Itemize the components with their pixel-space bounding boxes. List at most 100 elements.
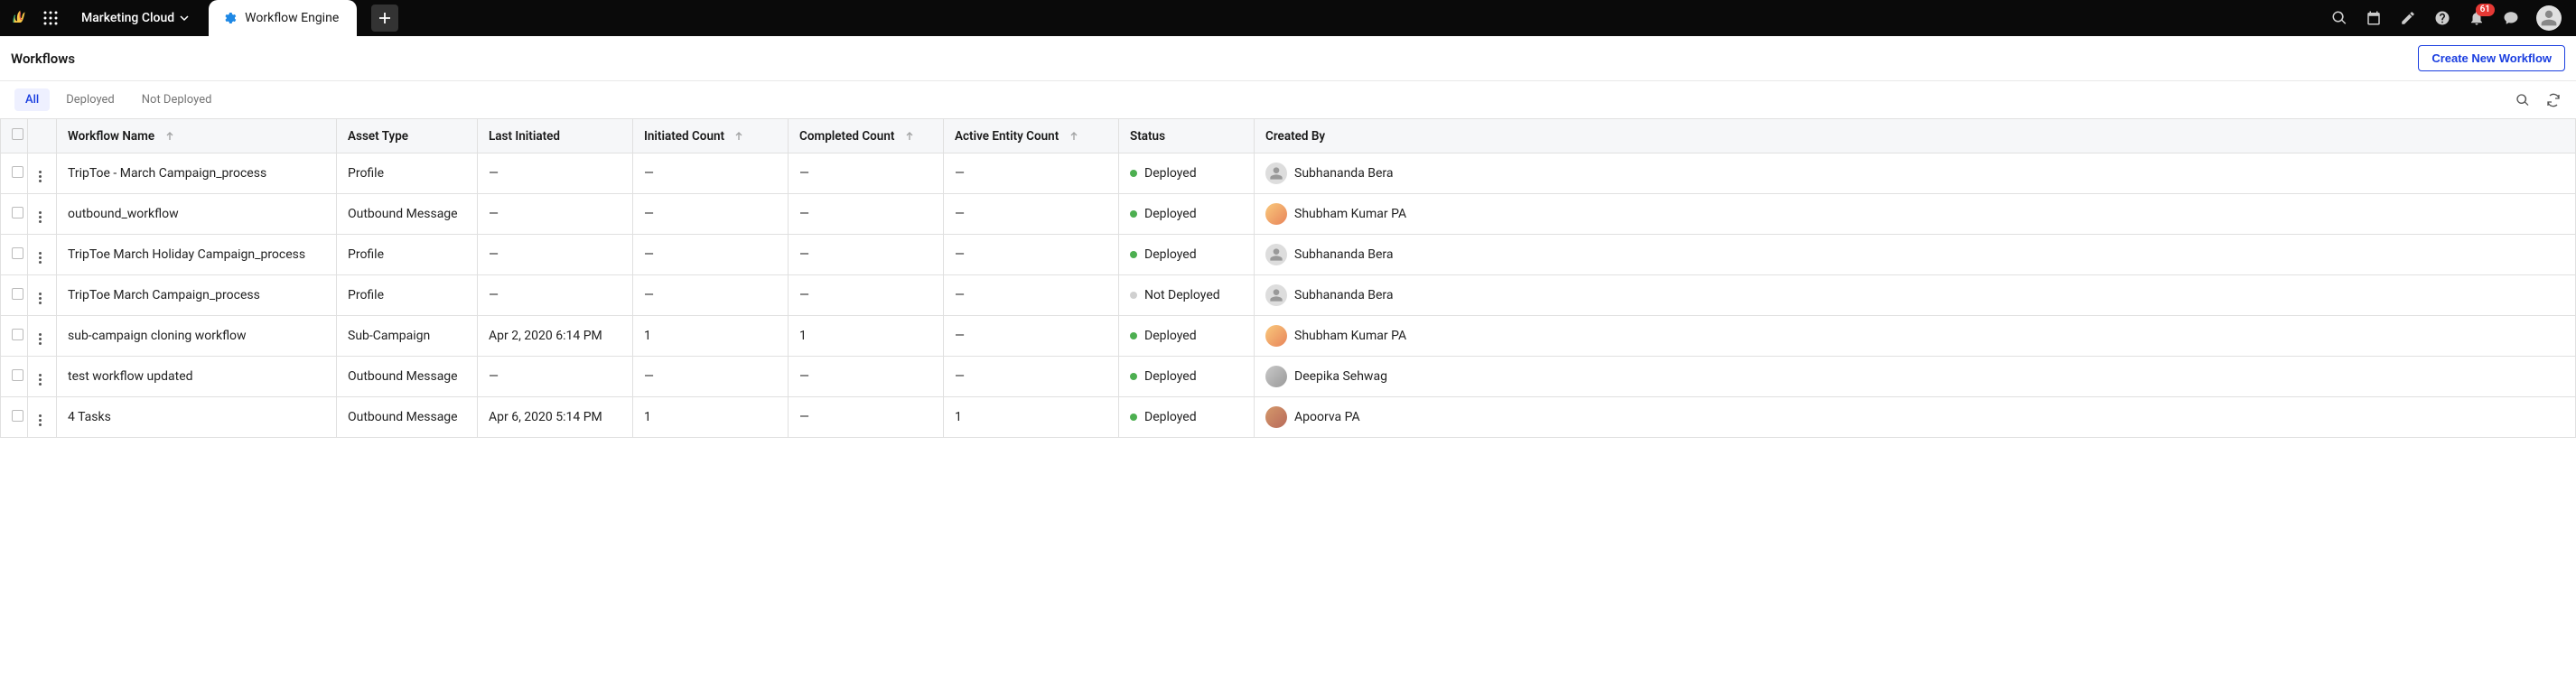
refresh-icon[interactable] — [2545, 92, 2562, 108]
cell-completed-count: 1 — [789, 316, 944, 357]
cell-completed-count: — — [789, 235, 944, 275]
cell-workflow-name: sub-campaign cloning workflow — [57, 316, 337, 357]
cell-status: Deployed — [1119, 235, 1255, 275]
creator-avatar — [1265, 325, 1287, 347]
creator-name: Subhananda Bera — [1294, 288, 1394, 302]
table-search-icon[interactable] — [2515, 92, 2531, 108]
header-checkbox[interactable] — [1, 119, 28, 153]
create-workflow-button[interactable]: Create New Workflow — [2418, 45, 2565, 71]
row-checkbox[interactable] — [1, 397, 28, 438]
cell-asset-type: Profile — [337, 275, 478, 316]
cell-completed-count: — — [789, 275, 944, 316]
cell-completed-count: — — [789, 397, 944, 438]
row-checkbox[interactable] — [1, 153, 28, 194]
table-row[interactable]: TripToe March Holiday Campaign_processPr… — [1, 235, 2576, 275]
workspace-switcher[interactable]: Marketing Cloud — [72, 11, 198, 25]
creator-name: Apoorva PA — [1294, 410, 1360, 424]
header-created-by[interactable]: Created By — [1255, 119, 2576, 153]
table-row[interactable]: TripToe March Campaign_processProfile———… — [1, 275, 2576, 316]
add-tab-button[interactable] — [371, 5, 398, 32]
cell-workflow-name: 4 Tasks — [57, 397, 337, 438]
cell-initiated-count: 1 — [633, 397, 789, 438]
notifications-icon[interactable]: 61 — [2468, 9, 2486, 27]
apps-grid-icon[interactable] — [42, 9, 60, 27]
header-asset-type[interactable]: Asset Type — [337, 119, 478, 153]
table-row[interactable]: TripToe - March Campaign_processProfile—… — [1, 153, 2576, 194]
chevron-down-icon — [180, 14, 189, 23]
row-actions-menu[interactable] — [28, 397, 57, 438]
brand-logo[interactable] — [7, 7, 29, 29]
row-actions-menu[interactable] — [28, 235, 57, 275]
creator-name: Subhananda Bera — [1294, 247, 1394, 262]
cell-workflow-name: TripToe - March Campaign_process — [57, 153, 337, 194]
status-dot-icon — [1130, 332, 1137, 339]
table-row[interactable]: outbound_workflowOutbound Message————Dep… — [1, 194, 2576, 235]
row-checkbox[interactable] — [1, 235, 28, 275]
creator-avatar — [1265, 244, 1287, 265]
search-icon[interactable] — [2330, 9, 2348, 27]
topbar-left: Marketing Cloud Workflow Engine — [7, 0, 398, 36]
header-last-initiated[interactable]: Last Initiated — [478, 119, 633, 153]
cell-initiated-count: — — [633, 235, 789, 275]
page-title: Workflows — [11, 51, 75, 67]
row-checkbox[interactable] — [1, 275, 28, 316]
creator-avatar — [1265, 366, 1287, 387]
header-active-entity-count[interactable]: Active Entity Count — [944, 119, 1119, 153]
header-completed-count[interactable]: Completed Count — [789, 119, 944, 153]
row-actions-menu[interactable] — [28, 153, 57, 194]
filter-actions — [2515, 92, 2562, 108]
header-status[interactable]: Status — [1119, 119, 1255, 153]
cell-completed-count: — — [789, 194, 944, 235]
cell-active-entity-count: — — [944, 194, 1119, 235]
cell-asset-type: Profile — [337, 153, 478, 194]
help-icon[interactable] — [2433, 9, 2451, 27]
cell-active-entity-count: — — [944, 316, 1119, 357]
row-actions-menu[interactable] — [28, 316, 57, 357]
cell-last-initiated: Apr 2, 2020 6:14 PM — [478, 316, 633, 357]
cell-asset-type: Outbound Message — [337, 194, 478, 235]
creator-avatar — [1265, 406, 1287, 428]
filter-tab-all[interactable]: All — [14, 88, 50, 111]
filter-tab-not-deployed[interactable]: Not Deployed — [131, 88, 223, 111]
page-header: Workflows Create New Workflow — [0, 36, 2576, 81]
cell-completed-count: — — [789, 153, 944, 194]
cell-asset-type: Outbound Message — [337, 357, 478, 397]
table-row[interactable]: test workflow updatedOutbound Message———… — [1, 357, 2576, 397]
cell-last-initiated: — — [478, 153, 633, 194]
creator-name: Deepika Sehwag — [1294, 369, 1387, 384]
cell-created-by: Deepika Sehwag — [1255, 357, 2576, 397]
filter-tab-deployed[interactable]: Deployed — [55, 88, 126, 111]
calendar-icon[interactable]: 10 — [2365, 9, 2383, 27]
user-avatar[interactable] — [2536, 5, 2562, 31]
row-checkbox[interactable] — [1, 357, 28, 397]
notification-badge: 61 — [2476, 4, 2495, 16]
cell-status: Deployed — [1119, 153, 1255, 194]
row-actions-menu[interactable] — [28, 275, 57, 316]
status-dot-icon — [1130, 292, 1137, 299]
edit-icon[interactable] — [2399, 9, 2417, 27]
table-row[interactable]: 4 TasksOutbound MessageApr 6, 2020 5:14 … — [1, 397, 2576, 438]
sort-arrow-icon — [905, 132, 914, 141]
row-checkbox[interactable] — [1, 194, 28, 235]
kebab-icon — [39, 373, 42, 387]
cell-active-entity-count: 1 — [944, 397, 1119, 438]
table-row[interactable]: sub-campaign cloning workflowSub-Campaig… — [1, 316, 2576, 357]
row-checkbox[interactable] — [1, 316, 28, 357]
gear-icon — [221, 10, 238, 26]
cell-workflow-name: outbound_workflow — [57, 194, 337, 235]
active-tab[interactable]: Workflow Engine — [209, 0, 357, 36]
kebab-icon — [39, 414, 42, 428]
header-actions — [28, 119, 57, 153]
cell-asset-type: Profile — [337, 235, 478, 275]
workspace-label: Marketing Cloud — [81, 11, 174, 25]
header-initiated-count[interactable]: Initiated Count — [633, 119, 789, 153]
row-actions-menu[interactable] — [28, 194, 57, 235]
status-dot-icon — [1130, 210, 1137, 218]
cell-status: Deployed — [1119, 397, 1255, 438]
row-actions-menu[interactable] — [28, 357, 57, 397]
chat-icon[interactable] — [2502, 9, 2520, 27]
header-workflow-name[interactable]: Workflow Name — [57, 119, 337, 153]
cell-initiated-count: 1 — [633, 316, 789, 357]
cell-last-initiated: — — [478, 235, 633, 275]
cell-created-by: Apoorva PA — [1255, 397, 2576, 438]
